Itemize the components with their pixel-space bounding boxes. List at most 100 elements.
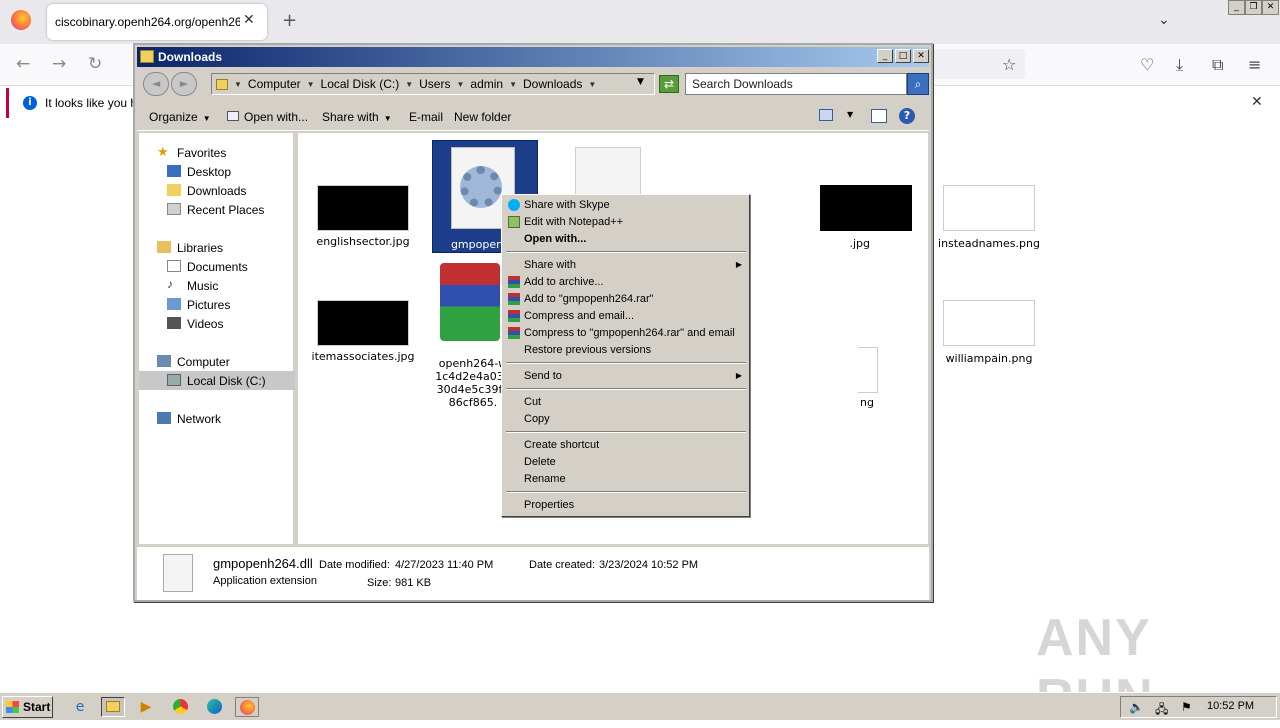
menu-item-add-archive[interactable]: Add to archive... <box>504 274 748 291</box>
menu-item-properties[interactable]: Properties <box>504 497 748 514</box>
nav-network[interactable]: Network <box>139 409 295 428</box>
image-thumbnail <box>317 300 409 346</box>
menu-item-compress-email[interactable]: Compress and email... <box>504 308 748 325</box>
open-with-button[interactable]: Open with... <box>227 110 308 124</box>
new-tab-icon[interactable]: + <box>282 10 297 31</box>
chevron-down-icon[interactable]: ▼ <box>847 110 853 119</box>
minimize-icon[interactable]: _ <box>1228 0 1245 15</box>
email-button[interactable]: E-mail <box>409 110 443 124</box>
details-pane: gmpopenh264.dll Application extension Da… <box>137 546 929 600</box>
nav-pictures[interactable]: Pictures <box>139 295 295 314</box>
reload-icon[interactable]: ↻ <box>88 54 102 74</box>
flag-icon[interactable]: ⚑ <box>1181 700 1192 714</box>
explorer-taskbar-icon[interactable] <box>101 697 125 717</box>
breadcrumb-downloads[interactable]: Downloads <box>523 77 582 91</box>
chrome-icon[interactable] <box>168 697 192 717</box>
menu-item-open-with[interactable]: Open with... <box>504 231 748 248</box>
minimize-icon[interactable]: _ <box>877 49 893 63</box>
breadcrumb-admin[interactable]: admin <box>470 77 503 91</box>
chevron-down-icon[interactable]: ⌄ <box>1158 12 1170 28</box>
nav-recent-places[interactable]: Recent Places <box>139 200 295 219</box>
address-dropdown-icon[interactable]: ▼ <box>637 77 644 87</box>
menu-item-rename[interactable]: Rename <box>504 471 748 488</box>
close-icon[interactable]: ✕ <box>913 49 929 63</box>
nav-downloads[interactable]: Downloads <box>139 181 295 200</box>
chevron-down-icon[interactable]: ▼ <box>234 80 242 89</box>
back-arrow-icon[interactable]: ◄ <box>143 72 169 96</box>
search-icon[interactable]: ⌕ <box>907 73 929 95</box>
media-player-icon[interactable]: ▶ <box>134 697 158 717</box>
preview-pane-icon[interactable] <box>871 109 887 123</box>
nav-desktop[interactable]: Desktop <box>139 162 295 181</box>
chevron-down-icon[interactable]: ▼ <box>588 80 596 89</box>
restore-icon[interactable]: ❐ <box>1245 0 1262 15</box>
breadcrumb-users[interactable]: Users <box>419 77 450 91</box>
file-item[interactable]: insteadnames.png <box>938 185 1053 255</box>
volume-icon[interactable]: 🔈 <box>1129 700 1144 714</box>
nav-libraries[interactable]: Libraries <box>139 238 295 257</box>
close-notification-icon[interactable]: ✕ <box>1251 94 1263 110</box>
title-bar[interactable]: Downloads _ □ ✕ <box>137 47 929 67</box>
nav-documents[interactable]: Documents <box>139 257 295 276</box>
nav-favorites[interactable]: ★ Favorites <box>139 143 295 162</box>
nav-music[interactable]: ♪ Music <box>139 276 295 295</box>
download-icon[interactable]: ⤓ <box>1176 55 1183 75</box>
menu-item-edit-notepad[interactable]: Edit with Notepad++ <box>504 214 748 231</box>
star-icon[interactable]: ☆ <box>1002 55 1016 74</box>
forward-arrow-icon[interactable]: → <box>52 54 66 74</box>
new-folder-button[interactable]: New folder <box>454 110 511 124</box>
organize-button[interactable]: Organize ▼ <box>149 110 211 124</box>
firefox-taskbar-icon[interactable] <box>235 697 259 717</box>
close-icon[interactable]: ✕ <box>1262 0 1279 15</box>
winrar-icon <box>508 327 520 339</box>
menu-item-restore-versions[interactable]: Restore previous versions <box>504 342 748 359</box>
address-bar[interactable]: ▼ Computer ▼ Local Disk (C:) ▼ Users ▼ a… <box>211 73 655 95</box>
menu-item-share-skype[interactable]: Share with Skype <box>504 197 748 214</box>
breadcrumb-local-disk[interactable]: Local Disk (C:) <box>321 77 400 91</box>
share-with-button[interactable]: Share with ▼ <box>322 110 392 124</box>
browser-tab[interactable]: ciscobinary.openh264.org/openh264-win64 … <box>47 4 267 40</box>
image-thumbnail[interactable] <box>858 347 878 393</box>
file-item[interactable]: williampain.png <box>943 300 1053 370</box>
menu-item-cut[interactable]: Cut <box>504 394 748 411</box>
image-thumbnail <box>943 185 1035 231</box>
menu-item-compress-rar-email[interactable]: Compress to "gmpopenh264.rar" and email <box>504 325 748 342</box>
clock[interactable]: 10:52 PM <box>1207 700 1254 712</box>
internet-explorer-icon[interactable]: e <box>68 697 92 717</box>
menu-separator <box>506 431 746 433</box>
pocket-icon[interactable]: ♡ <box>1140 55 1154 74</box>
search-input[interactable]: Search Downloads <box>685 73 907 95</box>
views-icon[interactable] <box>819 109 833 121</box>
chevron-down-icon[interactable]: ▼ <box>456 80 464 89</box>
help-icon[interactable]: ? <box>899 108 915 124</box>
file-item[interactable]: itemassociates.jpg <box>312 300 426 370</box>
network-icon[interactable]: 🖧 <box>1155 700 1168 721</box>
chevron-down-icon[interactable]: ▼ <box>405 80 413 89</box>
forward-arrow-icon[interactable]: ► <box>171 72 197 96</box>
menu-item-copy[interactable]: Copy <box>504 411 748 428</box>
start-button[interactable]: Start <box>2 696 53 718</box>
menu-item-create-shortcut[interactable]: Create shortcut <box>504 437 748 454</box>
menu-icon[interactable]: ≡ <box>1248 55 1261 74</box>
menu-item-delete[interactable]: Delete <box>504 454 748 471</box>
file-item[interactable]: englishsector.jpg <box>316 185 426 255</box>
close-tab-icon[interactable]: ✕ <box>243 12 255 28</box>
menu-item-share-with[interactable]: Share with ▶ <box>504 257 748 274</box>
maximize-icon[interactable]: □ <box>895 49 911 63</box>
menu-item-add-rar[interactable]: Add to "gmpopenh264.rar" <box>504 291 748 308</box>
nav-videos[interactable]: Videos <box>139 314 295 333</box>
recent-places-icon <box>167 203 181 215</box>
extensions-icon[interactable]: ⧉ <box>1212 55 1223 75</box>
back-arrow-icon[interactable]: ← <box>16 54 30 74</box>
edge-icon[interactable] <box>202 697 226 717</box>
refresh-icon[interactable]: ⇄ <box>659 75 679 93</box>
address-row: ◄ ► ▼ Computer ▼ Local Disk (C:) ▼ Users… <box>137 69 929 99</box>
breadcrumb-computer[interactable]: Computer <box>248 77 301 91</box>
image-thumbnail[interactable] <box>820 185 912 231</box>
chevron-down-icon[interactable]: ▼ <box>307 80 315 89</box>
chevron-down-icon[interactable]: ▼ <box>509 80 517 89</box>
menu-item-send-to[interactable]: Send to ▶ <box>504 368 748 385</box>
network-icon <box>157 412 171 424</box>
nav-computer[interactable]: Computer <box>139 352 295 371</box>
nav-local-disk[interactable]: Local Disk (C:) <box>139 371 295 390</box>
